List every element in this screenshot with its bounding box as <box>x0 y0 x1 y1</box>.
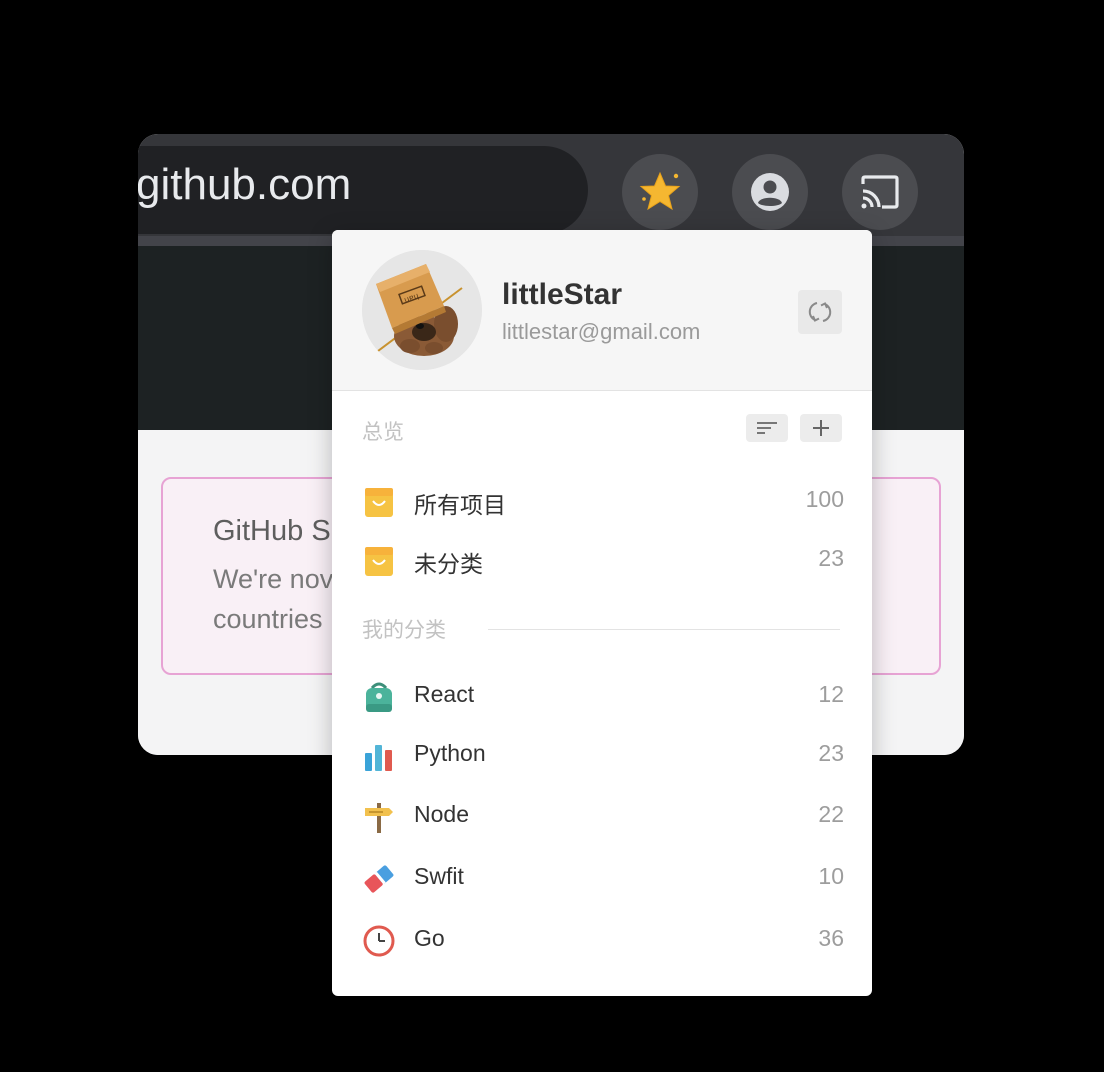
sync-button[interactable] <box>798 290 842 334</box>
category-item-swfit[interactable]: Swfit 10 <box>332 850 872 906</box>
my-categories-section-label: 我的分类 <box>362 618 446 642</box>
sort-icon <box>757 422 777 434</box>
overview-item-uncategorized[interactable]: 未分类 23 <box>332 532 872 588</box>
profile-button[interactable] <box>732 154 808 230</box>
banner-line-2: countries <box>213 604 323 634</box>
sync-icon <box>808 302 832 322</box>
category-item-label: React <box>414 681 475 707</box>
category-item-count: 36 <box>818 925 844 951</box>
popup-header: uɐɥ littleStar littlestar@gmail.com <box>332 230 872 391</box>
category-item-count: 23 <box>818 740 844 766</box>
overview-item-count: 100 <box>805 486 844 512</box>
banner-title: GitHub S <box>213 515 331 547</box>
profile-icon <box>751 173 789 211</box>
category-item-count: 22 <box>818 801 844 827</box>
backpack-icon <box>366 682 392 712</box>
overview-item-all[interactable]: 所有项目 100 <box>332 473 872 529</box>
bar-chart-icon <box>365 745 392 771</box>
overview-item-count: 23 <box>818 545 844 571</box>
overview-section-label: 总览 <box>362 420 404 444</box>
category-item-count: 12 <box>818 681 844 707</box>
banner-line-1: We're nov <box>213 564 334 594</box>
category-item-label: Node <box>414 801 469 827</box>
category-item-react[interactable]: React 12 <box>332 668 872 724</box>
star-icon <box>639 171 681 211</box>
category-item-node[interactable]: Node 22 <box>332 788 872 844</box>
category-item-python[interactable]: Python 23 <box>332 727 872 783</box>
cast-icon <box>861 175 899 209</box>
category-item-label: Swfit <box>414 863 464 889</box>
overview-item-label: 未分类 <box>414 551 483 577</box>
avatar-dog-box-icon: uɐɥ <box>362 250 482 370</box>
shopping-bag-icon <box>365 547 393 576</box>
section-divider <box>488 629 840 630</box>
category-item-label: Go <box>414 925 445 951</box>
star-extension-popup: uɐɥ littleStar littlestar@gmail.com 总览 所… <box>332 230 872 996</box>
sort-button[interactable] <box>746 414 788 442</box>
user-email: littlestar@gmail.com <box>502 319 701 344</box>
overview-item-label: 所有项目 <box>414 492 506 518</box>
category-item-count: 10 <box>818 863 844 889</box>
avatar[interactable]: uɐɥ <box>362 250 482 370</box>
signpost-icon <box>365 803 393 833</box>
eraser-icon <box>364 865 394 893</box>
user-name: littleStar <box>502 278 623 311</box>
category-item-label: Python <box>414 740 486 766</box>
cast-button[interactable] <box>842 154 918 230</box>
category-item-go[interactable]: Go 36 <box>332 912 872 968</box>
address-bar-url: github.com <box>138 160 352 209</box>
plus-icon <box>813 420 829 436</box>
banner-text: We're nov countries <box>213 559 333 639</box>
address-bar[interactable]: github.com <box>138 146 588 234</box>
add-category-button[interactable] <box>800 414 842 442</box>
clock-icon <box>363 925 395 957</box>
shopping-bag-icon <box>365 488 393 517</box>
star-extension-button[interactable] <box>622 154 698 230</box>
